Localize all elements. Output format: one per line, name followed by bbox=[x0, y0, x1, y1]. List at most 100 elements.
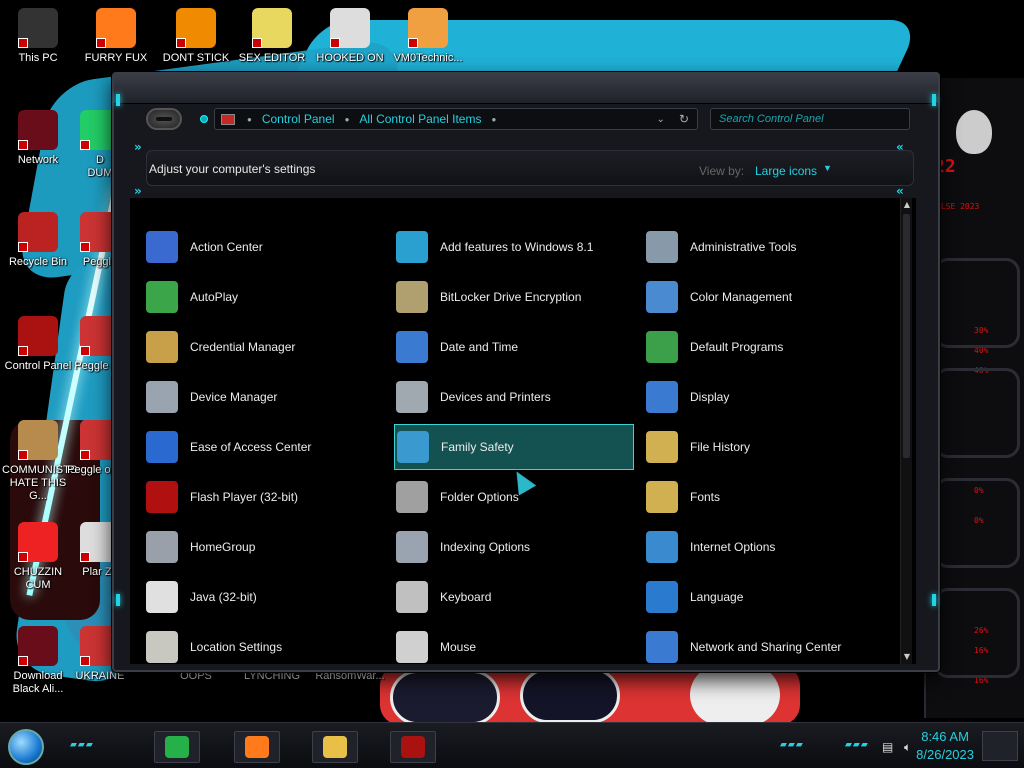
breadcrumb-all-items[interactable]: All Control Panel Items bbox=[355, 112, 485, 126]
breadcrumb-separator[interactable]: ● bbox=[345, 115, 350, 124]
wallpaper-shoe bbox=[390, 670, 500, 725]
item-label: Location Settings bbox=[190, 640, 283, 654]
header-bar: Adjust your computer's settings View by:… bbox=[146, 150, 914, 186]
gadget-ring bbox=[934, 478, 1020, 568]
scroll-thumb[interactable] bbox=[903, 214, 910, 458]
date-time-icon bbox=[396, 331, 428, 363]
edge-light bbox=[116, 594, 120, 606]
control-panel-item[interactable]: Location Settings bbox=[144, 624, 384, 664]
network-icon bbox=[18, 110, 58, 150]
control-panel-item[interactable]: Credential Manager bbox=[144, 324, 384, 370]
control-panel-item[interactable]: Display bbox=[644, 374, 884, 420]
language-icon bbox=[646, 581, 678, 613]
network-tray-icon[interactable]: ▤ bbox=[882, 740, 893, 754]
flash-player-icon bbox=[146, 481, 178, 513]
app-firefox-icon bbox=[245, 736, 269, 758]
recent-pages-button[interactable] bbox=[200, 115, 208, 123]
control-panel-item[interactable]: Device Manager bbox=[144, 374, 384, 420]
control-panel-item[interactable]: Devices and Printers bbox=[394, 374, 634, 420]
gadget-ring bbox=[934, 258, 1020, 348]
control-panel-item[interactable]: Internet Options bbox=[644, 524, 884, 570]
control-panel-item[interactable]: Administrative Tools bbox=[644, 224, 884, 270]
control-panel-item[interactable]: Mouse bbox=[394, 624, 634, 664]
control-panel-item[interactable]: BitLocker Drive Encryption bbox=[394, 274, 634, 320]
volume-icon[interactable]: 🔈︎ bbox=[904, 740, 911, 755]
desktop-icon-dont-stick[interactable]: DONT STICK bbox=[160, 8, 232, 65]
indexing-options-icon bbox=[396, 531, 428, 563]
taskbar-button-app-control-panel[interactable] bbox=[390, 731, 436, 763]
control-panel-item[interactable]: File History bbox=[644, 424, 884, 470]
desktop-icon-this-pc[interactable]: This PC bbox=[2, 8, 74, 65]
control-panel-item[interactable]: Family Safety bbox=[394, 424, 634, 470]
desktop-icon-vm0-technic[interactable]: VM0Technic... bbox=[392, 8, 464, 65]
chuzzin-icon bbox=[18, 522, 58, 562]
control-panel-item[interactable]: Indexing Options bbox=[394, 524, 634, 570]
taskbar-button-app-firefox[interactable] bbox=[234, 731, 280, 763]
taskbar-button-app-green[interactable] bbox=[154, 731, 200, 763]
system-clock[interactable]: 8:46 AM 8/26/2023 bbox=[916, 728, 974, 764]
control-panel-item[interactable]: Keyboard bbox=[394, 574, 634, 620]
back-forward-button[interactable] bbox=[146, 108, 182, 130]
device-manager-icon bbox=[146, 381, 178, 413]
control-panel-item[interactable]: Action Center bbox=[144, 224, 384, 270]
control-panel-item[interactable]: Flash Player (32-bit) bbox=[144, 474, 384, 520]
folder-options-icon bbox=[396, 481, 428, 513]
color-management-icon bbox=[646, 281, 678, 313]
control-panel-item[interactable]: Ease of Access Center bbox=[144, 424, 384, 470]
item-label: Date and Time bbox=[440, 340, 519, 354]
window-title-bar[interactable] bbox=[114, 74, 938, 104]
alien-logo-icon bbox=[956, 110, 992, 154]
view-by-dropdown[interactable]: Large icons bbox=[755, 164, 817, 178]
control-panel-item[interactable]: AutoPlay bbox=[144, 274, 384, 320]
taskbar-button-app-explorer[interactable] bbox=[312, 731, 358, 763]
item-label: Internet Options bbox=[690, 540, 776, 554]
breadcrumb-separator[interactable]: ● bbox=[247, 115, 252, 124]
network-sharing-icon bbox=[646, 631, 678, 663]
chevron-down-icon[interactable]: ⌄ bbox=[651, 114, 671, 125]
control-panel-window[interactable]: ● Control Panel ● All Control Panel Item… bbox=[112, 72, 940, 672]
control-panel-item[interactable]: Java (32-bit) bbox=[144, 574, 384, 620]
control-panel-item[interactable]: Language bbox=[644, 574, 884, 620]
breadcrumb-separator[interactable]: ● bbox=[491, 115, 496, 124]
add-features-icon bbox=[396, 231, 428, 263]
start-button[interactable] bbox=[8, 729, 44, 765]
item-label: HomeGroup bbox=[190, 540, 256, 554]
control-panel-item[interactable]: Add features to Windows 8.1 bbox=[394, 224, 634, 270]
control-panel-item[interactable]: Date and Time bbox=[394, 324, 634, 370]
items-grid: Action Center Add features to Windows 8.1… bbox=[130, 198, 916, 664]
edge-light bbox=[932, 94, 936, 106]
shortcut-arrow-icon bbox=[176, 38, 186, 48]
app-explorer-icon bbox=[323, 736, 347, 758]
family-safety-icon bbox=[397, 431, 429, 463]
vertical-scrollbar[interactable]: ▲ ▼ bbox=[900, 198, 912, 664]
shortcut-arrow-icon bbox=[18, 140, 28, 150]
scroll-up-button[interactable]: ▲ bbox=[902, 200, 912, 210]
control-panel-item[interactable]: Default Programs bbox=[644, 324, 884, 370]
address-bar[interactable]: ● Control Panel ● All Control Panel Item… bbox=[214, 108, 698, 130]
desktop-icon-hooked-on[interactable]: HOOKED ON bbox=[314, 8, 386, 65]
shortcut-arrow-icon bbox=[18, 656, 28, 666]
control-panel-item[interactable]: HomeGroup bbox=[144, 524, 384, 570]
chevron-down-icon[interactable]: ▼ bbox=[823, 163, 832, 173]
desktop-icon-furry-fux[interactable]: FURRY FUX bbox=[80, 8, 152, 65]
control-panel-item[interactable]: Color Management bbox=[644, 274, 884, 320]
scroll-down-button[interactable]: ▼ bbox=[902, 652, 912, 662]
breadcrumb-control-panel[interactable]: Control Panel bbox=[258, 112, 339, 126]
admin-tools-icon bbox=[646, 231, 678, 263]
gadget-ring bbox=[934, 368, 1020, 458]
desktop-icon-sex-editor[interactable]: SEX EDITOR bbox=[236, 8, 308, 65]
search-input[interactable]: Search Control Panel bbox=[710, 108, 910, 130]
chevron-left-icon: « bbox=[896, 184, 904, 198]
app-control-panel-icon bbox=[401, 736, 425, 758]
refresh-icon[interactable]: ↻ bbox=[671, 112, 697, 126]
edge-light bbox=[932, 594, 936, 606]
shortcut-arrow-icon bbox=[18, 346, 28, 356]
control-panel-item[interactable]: Network and Sharing Center bbox=[644, 624, 884, 664]
show-desktop-button[interactable] bbox=[982, 731, 1018, 761]
item-label: Add features to Windows 8.1 bbox=[440, 240, 594, 254]
control-panel-icon bbox=[221, 113, 235, 125]
shortcut-arrow-icon bbox=[18, 242, 28, 252]
location-settings-icon bbox=[146, 631, 178, 663]
shortcut-arrow-icon bbox=[80, 656, 90, 666]
control-panel-item[interactable]: Fonts bbox=[644, 474, 884, 520]
